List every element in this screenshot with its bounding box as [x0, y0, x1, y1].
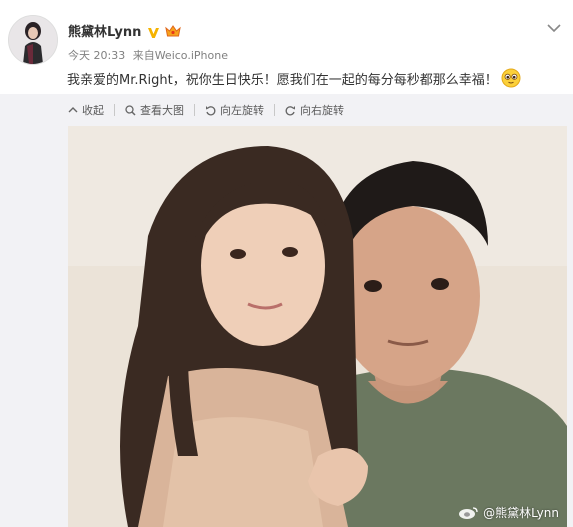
magnifier-icon: [125, 104, 136, 116]
toolbar-divider: [114, 104, 115, 116]
rotate-left-icon: [206, 105, 216, 115]
view-large-label: 查看大图: [140, 104, 184, 117]
couple-photo-illustration: [68, 126, 567, 527]
view-large-button[interactable]: 查看大图: [125, 102, 184, 118]
toolbar-divider: [274, 104, 275, 116]
post-meta: 今天 20:33 来自Weico.iPhone: [68, 47, 228, 63]
chevron-down-icon[interactable]: [547, 18, 561, 33]
rotate-right-icon: [285, 105, 295, 115]
adore-emoji-icon: [501, 68, 521, 88]
rotate-right-label: 向右旋转: [300, 104, 344, 117]
collapse-label: 收起: [82, 104, 104, 117]
weibo-logo-icon: [459, 506, 478, 519]
toolbar-divider: [194, 104, 195, 116]
post-text-row: 我亲爱的Mr.Right，祝你生日快乐！愿我们在一起的每分每秒都那么幸福！: [67, 68, 521, 88]
crown-member-icon[interactable]: [165, 23, 182, 37]
post-photo[interactable]: @熊黛林Lynn: [68, 126, 567, 527]
collapse-button[interactable]: 收起: [68, 102, 104, 118]
photo-watermark: @熊黛林Lynn: [458, 504, 559, 521]
rotate-right-button[interactable]: 向右旋转: [285, 102, 344, 118]
watermark-text: @熊黛林Lynn: [483, 506, 559, 520]
post-text: 我亲爱的Mr.Right，祝你生日快乐！愿我们在一起的每分每秒都那么幸福！: [67, 72, 498, 88]
collapse-icon: [68, 107, 78, 113]
verified-v-icon[interactable]: [147, 24, 160, 38]
weibo-post: 熊黛林Lynn 今天 20:33 来自Weico.iPhone 我亲爱的Mr.R…: [0, 0, 573, 527]
avatar[interactable]: [8, 15, 58, 65]
source-prefix: 来自: [132, 49, 155, 62]
image-toolbar: 收起 查看大图 向左旋转 向右旋转: [68, 102, 344, 118]
media-panel: 收起 查看大图 向左旋转 向右旋转 @熊黛林Lynn: [0, 94, 573, 527]
user-row: 熊黛林Lynn: [68, 21, 182, 40]
username-link[interactable]: 熊黛林Lynn: [68, 21, 141, 40]
rotate-left-button[interactable]: 向左旋转: [205, 102, 264, 118]
rotate-left-label: 向左旋转: [220, 104, 264, 117]
post-source[interactable]: Weico.iPhone: [155, 49, 228, 62]
post-time[interactable]: 今天 20:33: [68, 49, 125, 62]
